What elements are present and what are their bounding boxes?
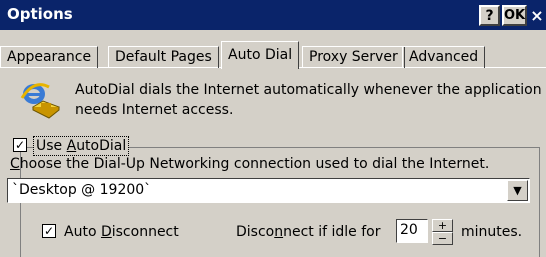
auto-disconnect-checkbox[interactable]: ✓ <box>42 224 56 238</box>
connection-select-value: `Desktop @ 19200` <box>12 182 152 198</box>
chevron-down-icon[interactable]: ▼ <box>507 180 528 201</box>
idle-minutes-stepper[interactable]: + − <box>432 219 453 245</box>
window-title: Options <box>7 5 73 23</box>
internet-explorer-dialup-icon <box>20 83 60 119</box>
idle-timeout-label: Disconnect if idle for <box>236 224 381 240</box>
use-autodial-checkbox[interactable]: ✓ <box>13 138 27 152</box>
help-button[interactable]: ? <box>479 5 500 26</box>
tab-proxy-server[interactable]: Proxy Server <box>302 46 405 68</box>
tab-advanced[interactable]: Advanced <box>402 46 486 68</box>
decrement-icon[interactable]: − <box>432 232 453 245</box>
tab-default-pages[interactable]: Default Pages <box>108 46 219 68</box>
title-bar: Options ? OK × <box>0 0 546 30</box>
minutes-label: minutes. <box>461 224 523 240</box>
idle-minutes-input[interactable]: 20 <box>396 219 428 243</box>
connection-select[interactable]: `Desktop @ 19200` ▼ <box>7 178 530 203</box>
tab-appearance[interactable]: Appearance <box>0 46 99 68</box>
connection-prompt: Choose the Dial-Up Networking connection… <box>10 156 490 172</box>
use-autodial-label[interactable]: Use AutoDial <box>33 136 130 156</box>
ok-button[interactable]: OK <box>502 5 527 26</box>
increment-icon[interactable]: + <box>432 219 453 232</box>
tab-auto-dial[interactable]: Auto Dial <box>221 41 300 69</box>
auto-disconnect-label[interactable]: Auto Disconnect <box>64 222 179 242</box>
close-button[interactable]: × <box>530 4 544 26</box>
autodial-description: AutoDial dials the Internet automaticall… <box>75 82 542 118</box>
